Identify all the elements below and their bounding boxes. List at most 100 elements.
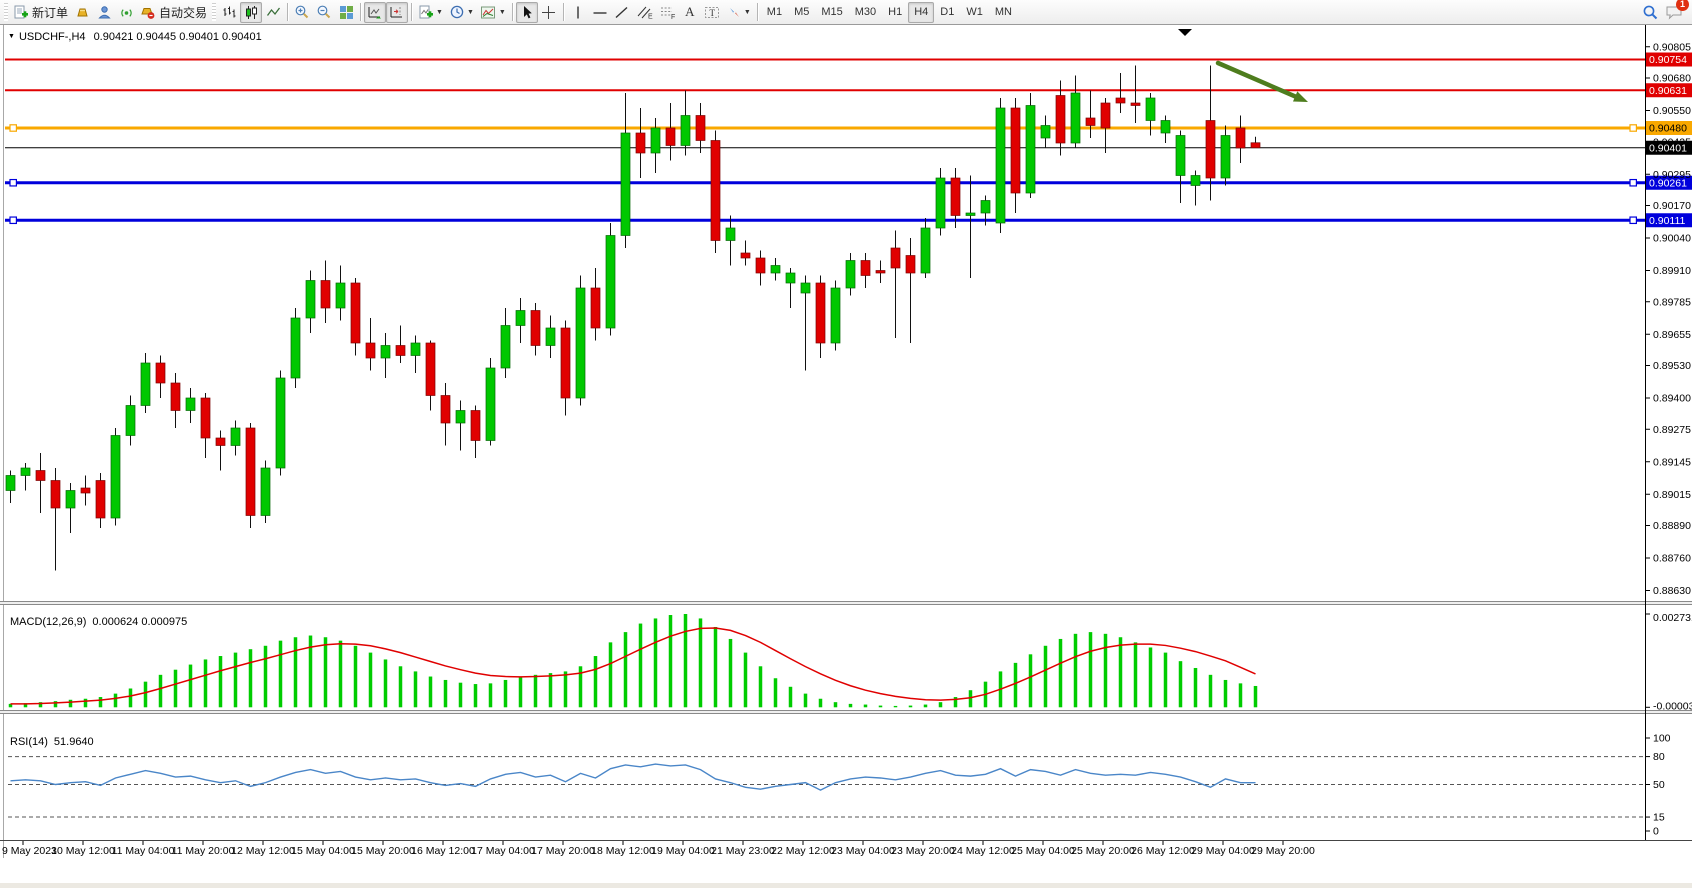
svg-text:E: E <box>648 13 653 20</box>
cursor-icon <box>520 5 534 20</box>
new-order-icon <box>13 5 29 20</box>
timeframe-m5-button[interactable]: M5 <box>788 2 815 23</box>
new-chart-dropdown[interactable]: ▼ <box>415 2 446 23</box>
toolbar-separator <box>512 3 513 21</box>
svg-text:F: F <box>671 14 675 20</box>
svg-text:0.89785: 0.89785 <box>1653 296 1691 308</box>
chart-canvas[interactable]: 0.908050.906800.905500.904250.902950.901… <box>0 25 1692 863</box>
svg-text:29 May 20:00: 29 May 20:00 <box>1251 845 1315 857</box>
zoom-in-icon <box>294 4 310 20</box>
trendline-tool[interactable] <box>611 2 633 23</box>
svg-text:100: 100 <box>1653 733 1671 745</box>
svg-text:0.89400: 0.89400 <box>1653 393 1691 405</box>
period-dropdown[interactable]: ▼ <box>446 2 477 23</box>
notifications-button[interactable]: 1 <box>1662 2 1686 23</box>
chart-window: 0.908050.906800.905500.904250.902950.901… <box>0 25 1692 863</box>
auto-trading-button[interactable]: 自动交易 <box>137 2 210 23</box>
new-order-label: 新订单 <box>32 4 68 21</box>
svg-text:0.90040: 0.90040 <box>1653 233 1691 245</box>
candlestick-icon <box>244 5 259 20</box>
rsi-name: RSI(14) <box>10 736 48 748</box>
fibonacci-tool[interactable]: F <box>656 2 679 23</box>
toolbar-grip[interactable] <box>212 3 216 21</box>
svg-text:23 May 04:00: 23 May 04:00 <box>831 845 895 857</box>
svg-text:11 May 04:00: 11 May 04:00 <box>112 845 175 857</box>
text-tool-icon: A <box>685 4 694 20</box>
crosshair-icon <box>541 5 556 20</box>
svg-text:0.90631: 0.90631 <box>1649 85 1687 97</box>
macd-values: 0.000624 0.000975 <box>92 616 187 628</box>
zoom-in-button[interactable] <box>291 2 313 23</box>
svg-text:24 May 12:00: 24 May 12:00 <box>951 845 1015 857</box>
signals-button[interactable] <box>115 2 137 23</box>
toolbar-separator <box>757 3 758 21</box>
macd-name: MACD(12,26,9) <box>10 616 86 628</box>
svg-text:0.90480: 0.90480 <box>1649 123 1687 135</box>
arrows-icon <box>727 5 742 20</box>
svg-text:11 May 20:00: 11 May 20:00 <box>172 845 235 857</box>
new-order-button[interactable]: 新订单 <box>10 2 71 23</box>
horizontal-line-tool[interactable] <box>589 2 611 23</box>
timeframe-m30-button[interactable]: M30 <box>849 2 882 23</box>
chevron-down-icon: ▼ <box>436 9 443 16</box>
svg-text:50: 50 <box>1653 779 1665 791</box>
timeframe-label: H1 <box>888 6 902 18</box>
timeframe-h4-button[interactable]: H4 <box>908 2 934 23</box>
timeframe-m15-button[interactable]: M15 <box>815 2 848 23</box>
timeframe-label: MN <box>995 6 1012 18</box>
vertical-line-tool[interactable] <box>567 2 589 23</box>
timeframe-w1-button[interactable]: W1 <box>960 2 989 23</box>
candlestick-mode-button[interactable] <box>240 2 262 23</box>
quotes-button[interactable] <box>71 2 93 23</box>
bar-chart-mode-button[interactable] <box>218 2 240 23</box>
svg-text:19 May 04:00: 19 May 04:00 <box>651 845 715 857</box>
svg-text:0.88630: 0.88630 <box>1653 585 1691 597</box>
annotation-arrow <box>1218 63 1295 96</box>
search-button[interactable] <box>1639 2 1662 23</box>
svg-text:T: T <box>709 8 715 18</box>
rsi-panel <box>8 757 1645 817</box>
text-label-icon: T <box>704 5 721 20</box>
svg-text:0.90111: 0.90111 <box>1649 215 1686 227</box>
svg-text:0.90170: 0.90170 <box>1653 200 1691 212</box>
chart-shift-button[interactable] <box>386 2 408 23</box>
zoom-out-icon <box>316 4 332 20</box>
timeframe-h1-button[interactable]: H1 <box>882 2 908 23</box>
gold-icon <box>75 5 90 20</box>
svg-text:23 May 20:00: 23 May 20:00 <box>891 845 955 857</box>
crosshair-tool-button[interactable] <box>538 2 560 23</box>
svg-text:16 May 12:00: 16 May 12:00 <box>411 845 475 857</box>
svg-text:25 May 20:00: 25 May 20:00 <box>1071 845 1135 857</box>
timeframe-mn-button[interactable]: MN <box>989 2 1018 23</box>
profile-button[interactable] <box>93 2 115 23</box>
arrows-tool-dropdown[interactable]: ▼ <box>724 2 754 23</box>
svg-text:15 May 04:00: 15 May 04:00 <box>291 845 355 857</box>
template-dropdown[interactable]: ▼ <box>477 2 509 23</box>
auto-scroll-icon <box>367 5 383 20</box>
text-tool[interactable]: A <box>679 2 701 23</box>
trendline-icon <box>614 5 629 20</box>
equidistant-channel-tool[interactable]: E <box>633 2 656 23</box>
timeframe-m1-button[interactable]: M1 <box>761 2 788 23</box>
text-label-tool[interactable]: T <box>701 2 724 23</box>
toolbar-grip[interactable] <box>4 3 8 21</box>
svg-text:80: 80 <box>1653 751 1665 763</box>
toolbar-separator <box>360 3 361 21</box>
line-chart-mode-button[interactable] <box>262 2 284 23</box>
macd-indicator-label: MACD(12,26,9) 0.000624 0.000975 <box>10 616 187 628</box>
timeframe-d1-button[interactable]: D1 <box>934 2 960 23</box>
auto-scroll-button[interactable] <box>364 2 386 23</box>
tile-windows-icon <box>339 5 354 20</box>
tile-windows-button[interactable] <box>335 2 357 23</box>
svg-text:0.90261: 0.90261 <box>1649 177 1687 189</box>
cursor-tool-button[interactable] <box>516 2 538 23</box>
svg-text:0.89015: 0.89015 <box>1653 489 1691 501</box>
line-chart-icon <box>266 5 281 20</box>
svg-text:-0.000038: -0.000038 <box>1653 700 1692 712</box>
svg-text:0.90550: 0.90550 <box>1653 105 1691 117</box>
rsi-indicator-label: RSI(14)51.9640 <box>10 736 94 748</box>
svg-text:0.89275: 0.89275 <box>1653 424 1691 436</box>
zoom-out-button[interactable] <box>313 2 335 23</box>
symbol-dropdown-icon[interactable]: ▼ <box>8 33 15 40</box>
svg-text:0: 0 <box>1653 826 1659 838</box>
